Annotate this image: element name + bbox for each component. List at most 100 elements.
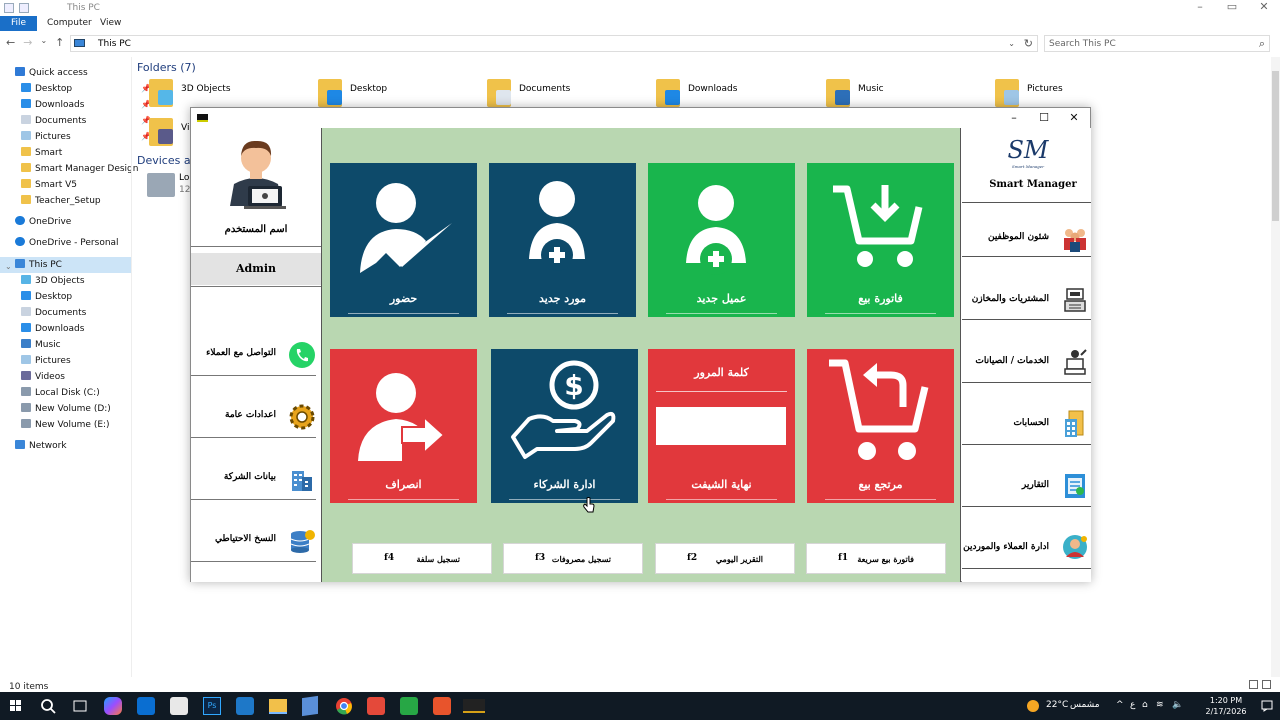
checkout-tile[interactable]: انصراف — [330, 349, 477, 503]
new-customer-tile[interactable]: عميل جديد — [648, 163, 795, 317]
maximize-button[interactable]: ▭ — [1216, 0, 1248, 16]
recorder-icon[interactable] — [433, 697, 451, 715]
devices-header[interactable]: Devices a — [137, 154, 191, 167]
nav-quick-access[interactable]: Quick access — [15, 65, 88, 81]
details-view-icon[interactable] — [1249, 680, 1258, 689]
end-shift-tile[interactable]: كلمة المرور نهاية الشيفت — [648, 349, 795, 503]
purchases-stores-button[interactable]: المشتريات والمخازن — [962, 271, 1091, 329]
nav-item[interactable]: Pictures 📌 — [21, 129, 151, 145]
vscode-icon[interactable] — [236, 697, 254, 715]
store-icon[interactable] — [170, 697, 188, 715]
start-icon[interactable] — [5, 696, 27, 716]
backup-button[interactable]: النسخ الاحتياطي — [191, 521, 316, 561]
address-bar[interactable]: This PC ⌄ ↻ — [70, 35, 1038, 52]
chrome-icon[interactable] — [333, 696, 355, 716]
weather-desc[interactable]: مشمس — [1070, 700, 1100, 710]
nav-item[interactable]: Desktop — [21, 289, 72, 305]
scrollbar-thumb[interactable] — [1272, 71, 1279, 221]
task-view-icon[interactable] — [69, 696, 91, 716]
new-folder-icon[interactable] — [19, 3, 29, 13]
language-indicator[interactable]: ع — [1130, 700, 1135, 710]
photoshop-icon[interactable]: Ps — [203, 697, 221, 715]
nav-item[interactable]: Smart V5 — [21, 177, 77, 193]
nav-onedrive[interactable]: OneDrive — [15, 214, 71, 230]
smart-manager-taskbar-icon[interactable] — [463, 699, 485, 713]
sales-invoice-tile[interactable]: فاتورة بيع — [807, 163, 954, 317]
sales-return-tile[interactable]: مرتجع بيع — [807, 349, 954, 503]
minimize-button[interactable]: – — [1184, 0, 1216, 16]
tiles-view-icon[interactable] — [1262, 680, 1271, 689]
nav-item[interactable]: Videos — [21, 369, 65, 385]
backup-label: النسخ الاحتياطي — [215, 534, 276, 544]
nav-item[interactable]: New Volume (D:) — [21, 401, 111, 417]
search-taskbar-icon[interactable] — [37, 696, 59, 716]
file-explorer-icon[interactable] — [269, 699, 287, 714]
nav-this-pc[interactable]: This PC — [15, 257, 62, 273]
daily-report-shortcut-button[interactable]: f2 التقرير اليومي — [655, 543, 795, 574]
tile-underline — [666, 313, 777, 314]
tile-underline — [348, 499, 459, 500]
nav-item[interactable]: Local Disk (C:) — [21, 385, 100, 401]
package-icon[interactable] — [302, 695, 318, 717]
close-button[interactable]: ✕ — [1248, 0, 1280, 16]
content-scrollbar[interactable] — [1271, 57, 1280, 677]
nav-item[interactable]: Documents 📌 — [21, 113, 151, 129]
refresh-icon[interactable]: ↻ — [1024, 37, 1033, 50]
tab-file[interactable]: File — [0, 16, 37, 31]
nav-item[interactable]: New Volume (E:) — [21, 417, 110, 433]
nav-item[interactable]: Music — [21, 337, 61, 353]
volume-icon[interactable]: 🔈 — [1172, 700, 1183, 710]
company-info-button[interactable]: بيانات الشركة — [191, 459, 316, 499]
quick-access-toolbar[interactable] — [4, 3, 29, 13]
wifi-icon[interactable]: ≋ — [1156, 700, 1164, 710]
nav-item[interactable]: Downloads — [21, 321, 84, 337]
outlook-icon[interactable] — [137, 697, 155, 715]
nav-item[interactable]: Desktop 📌 — [21, 81, 151, 97]
nav-item[interactable]: 3D Objects — [21, 273, 85, 289]
password-field[interactable] — [656, 407, 786, 445]
back-icon[interactable]: ← — [6, 36, 15, 49]
notifications-icon[interactable] — [1261, 700, 1273, 712]
nav-network[interactable]: Network — [15, 438, 67, 454]
tab-view[interactable]: View — [100, 18, 121, 28]
app-minimize-button[interactable]: – — [999, 110, 1029, 126]
advance-shortcut-button[interactable]: f4 تسجيل سلفة — [352, 543, 492, 574]
weather-temp[interactable]: 22°C — [1046, 700, 1068, 710]
general-settings-button[interactable]: اعدادات عامة — [191, 397, 316, 437]
recent-dropdown-icon[interactable]: ⌄ — [40, 36, 47, 49]
nav-item[interactable]: Pictures — [21, 353, 71, 369]
forward-icon[interactable]: → — [23, 36, 32, 49]
properties-icon[interactable] — [4, 3, 14, 13]
camtasia-icon[interactable] — [400, 697, 418, 715]
app-red-icon[interactable] — [367, 697, 385, 715]
quick-invoice-shortcut-button[interactable]: f1 فاتورة بيع سريعة — [806, 543, 946, 574]
nav-item[interactable]: Smart Manager Design — [21, 161, 138, 177]
nav-item[interactable]: Teacher_Setup — [21, 193, 101, 209]
app-close-button[interactable]: ✕ — [1059, 110, 1089, 126]
tab-computer[interactable]: Computer — [47, 18, 92, 28]
pane-divider[interactable] — [131, 57, 132, 677]
app-maximize-button[interactable]: ☐ — [1029, 110, 1059, 126]
folders-header[interactable]: Folders (7) — [137, 61, 196, 74]
nav-item[interactable]: Smart — [21, 145, 62, 161]
copilot-icon[interactable] — [104, 697, 122, 715]
chevron-down-icon[interactable]: ⌄ — [5, 262, 12, 271]
cart-return-icon — [829, 359, 929, 460]
attendance-tile[interactable]: حضور — [330, 163, 477, 317]
network-tray-icon[interactable]: ⌂ — [1142, 700, 1148, 710]
up-icon[interactable]: ↑ — [55, 36, 64, 49]
contact-customers-button[interactable]: التواصل مع العملاء — [191, 335, 316, 375]
search-icon[interactable]: ⌕ — [1259, 37, 1265, 51]
clock[interactable]: 1:20 PM 2/17/2026 — [1196, 695, 1256, 717]
search-box[interactable]: Search This PC ⌕ — [1044, 35, 1270, 52]
tray-overflow-icon[interactable]: ^ — [1116, 700, 1124, 710]
address-dropdown-icon[interactable]: ⌄ — [1008, 39, 1015, 48]
expenses-shortcut-button[interactable]: f3 تسجيل مصروفات — [503, 543, 643, 574]
new-supplier-tile[interactable]: مورد جديد — [489, 163, 636, 317]
employees-affairs-button[interactable]: شئون الموظفين — [962, 209, 1091, 267]
nav-item[interactable]: Documents — [21, 305, 86, 321]
shortcut-label: فاتورة بيع سريعة — [857, 554, 914, 564]
nav-onedrive-personal[interactable]: OneDrive - Personal — [15, 235, 119, 251]
nav-item[interactable]: Downloads 📌 — [21, 97, 151, 113]
partners-management-tile[interactable]: $ ادارة الشركاء — [491, 349, 638, 503]
